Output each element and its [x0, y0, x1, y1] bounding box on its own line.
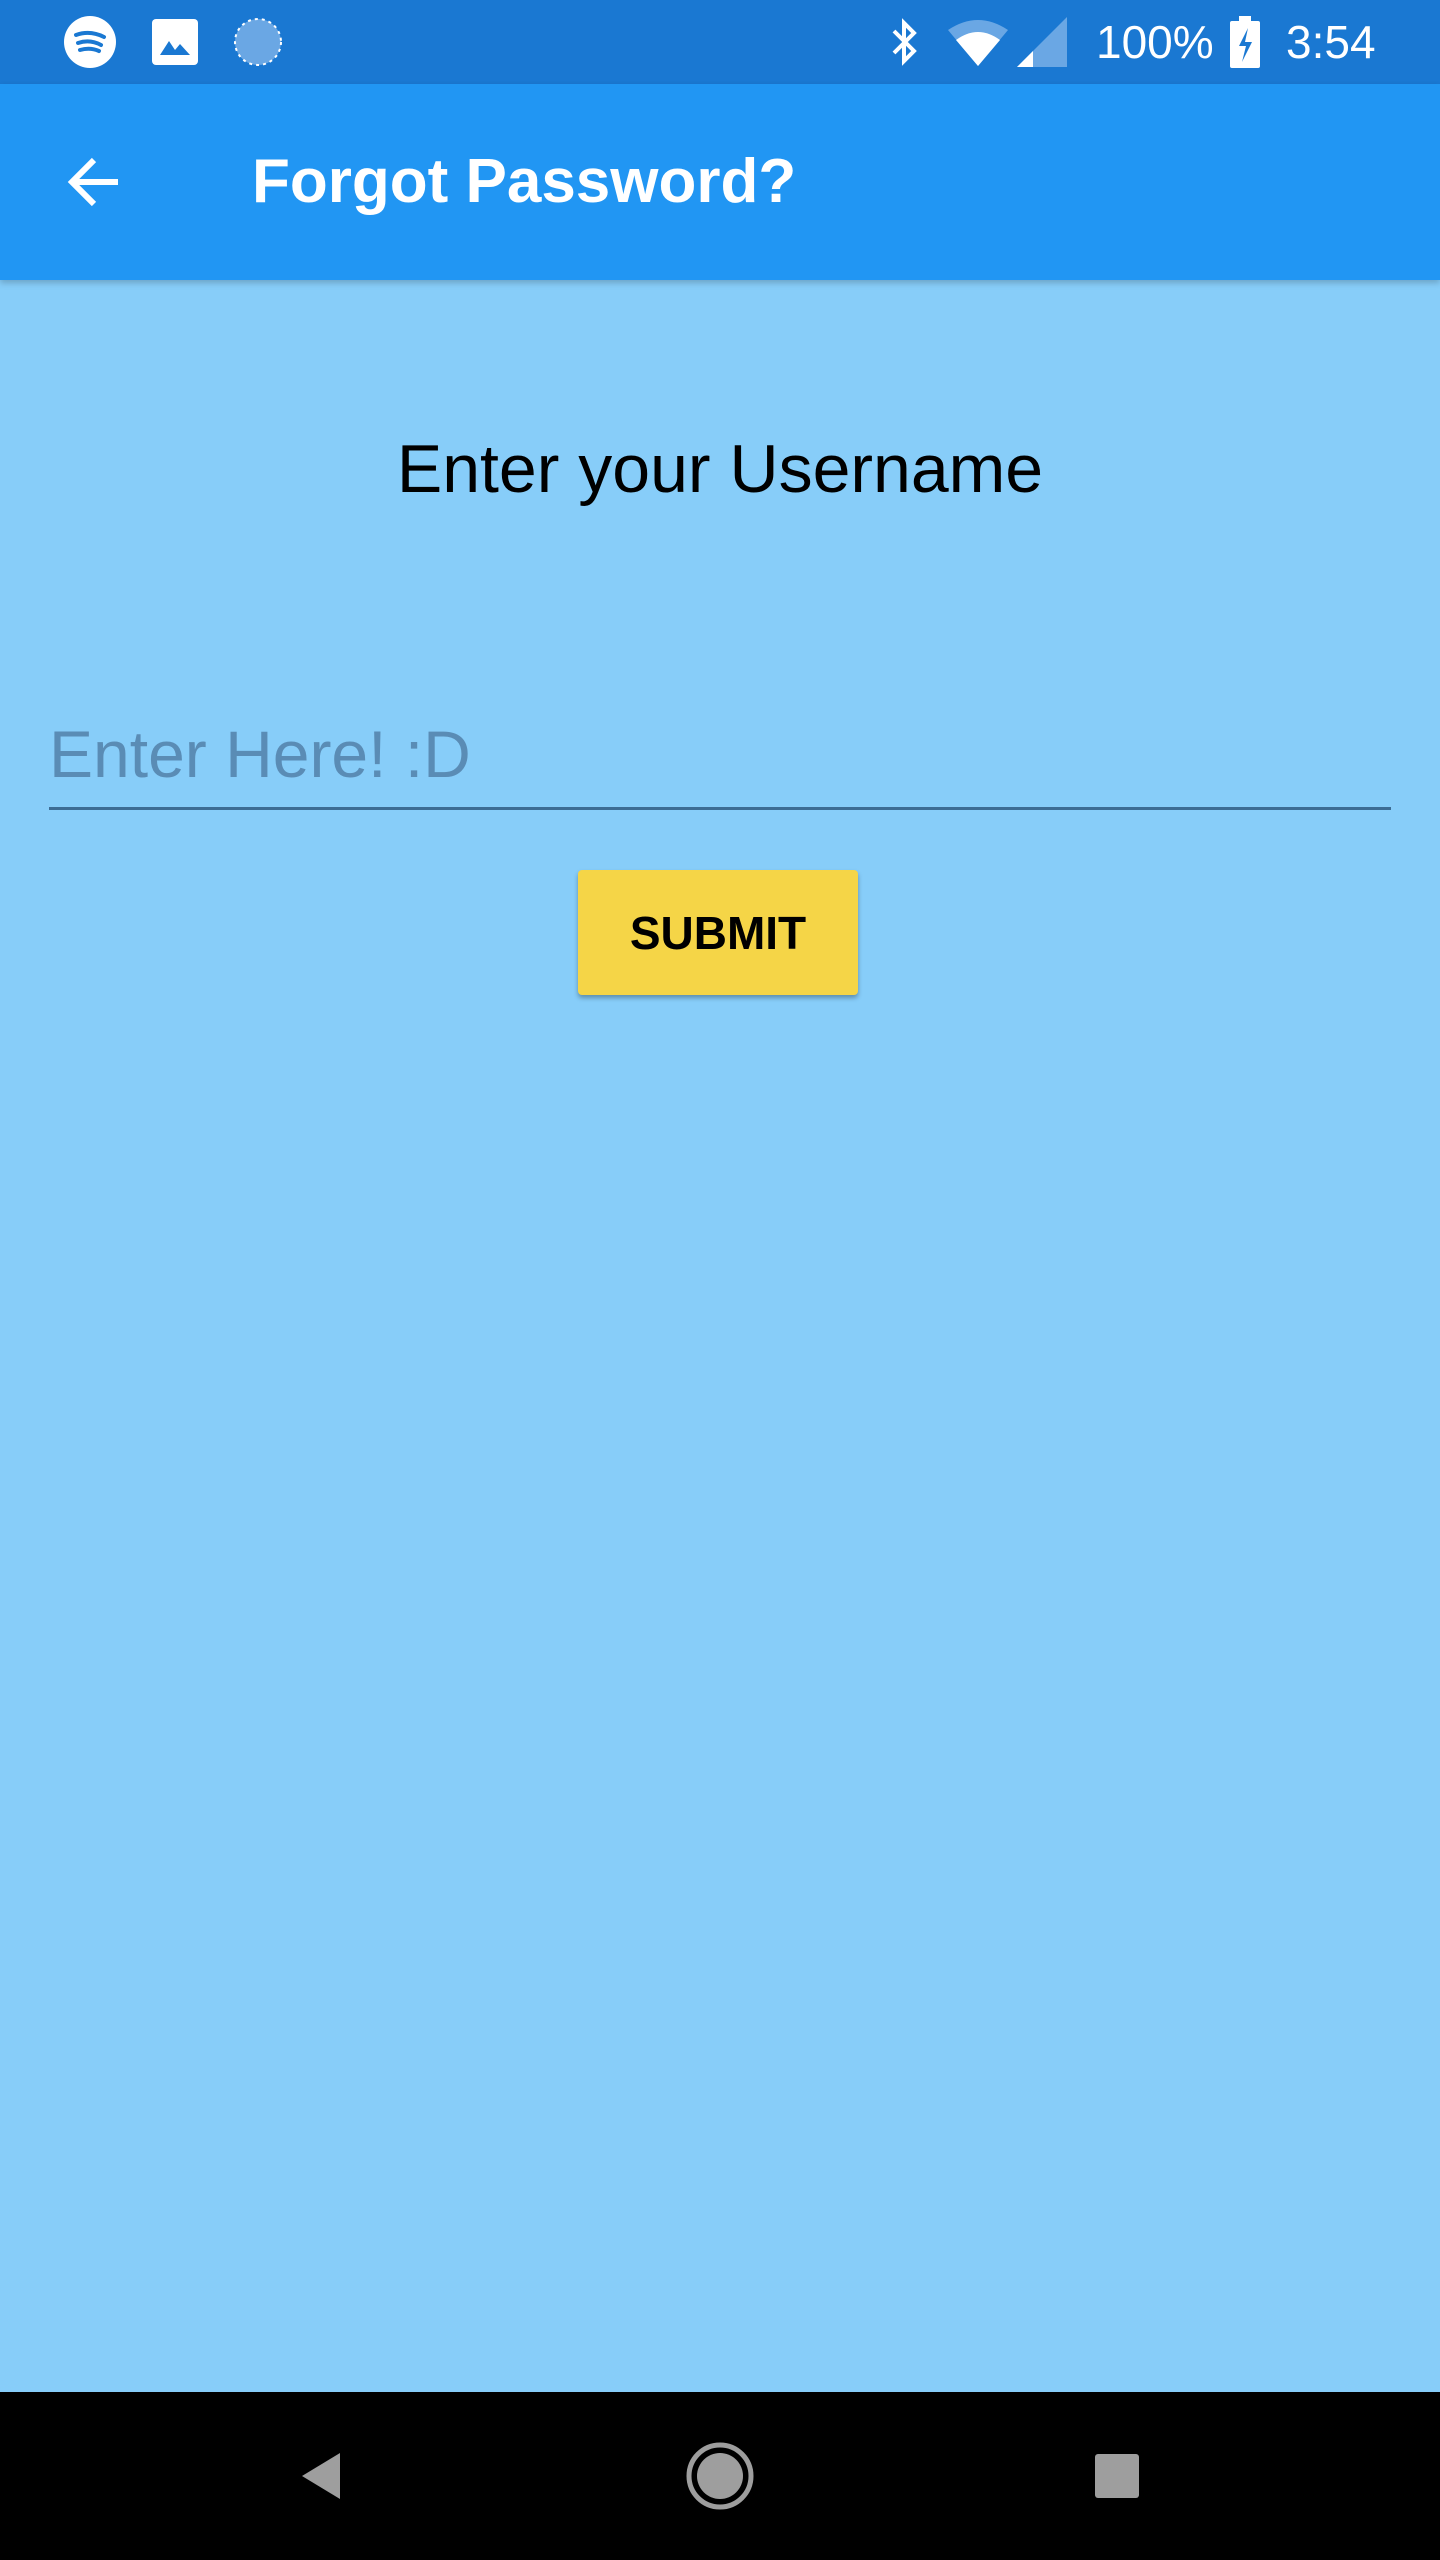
sync-icon [232, 18, 284, 66]
battery-charging-icon [1228, 16, 1262, 68]
bluetooth-icon [882, 18, 926, 66]
status-bar: 100% 3:54 [0, 0, 1440, 84]
home-circle-icon [686, 2442, 754, 2510]
arrow-left-icon [67, 157, 118, 207]
spotify-icon [62, 16, 118, 68]
square-recents-icon [1095, 2454, 1139, 2498]
navigation-bar [0, 2392, 1440, 2560]
signal-icon [1016, 17, 1068, 67]
username-input[interactable] [49, 700, 1391, 810]
page-title: Forgot Password? [252, 147, 797, 216]
nav-recents-button[interactable] [1077, 2436, 1157, 2516]
username-heading: Enter your Username [396, 431, 1044, 507]
wifi-icon [946, 18, 1010, 66]
triangle-back-icon [302, 2453, 340, 2499]
nav-back-button[interactable] [282, 2436, 362, 2516]
battery-percent: 100% [1096, 16, 1214, 68]
clock: 3:54 [1286, 16, 1376, 68]
back-button[interactable] [56, 144, 132, 220]
image-icon [150, 18, 200, 66]
submit-button[interactable]: SUBMIT [578, 870, 858, 995]
app-bar: Forgot Password? [0, 84, 1440, 280]
nav-home-button[interactable] [680, 2436, 760, 2516]
